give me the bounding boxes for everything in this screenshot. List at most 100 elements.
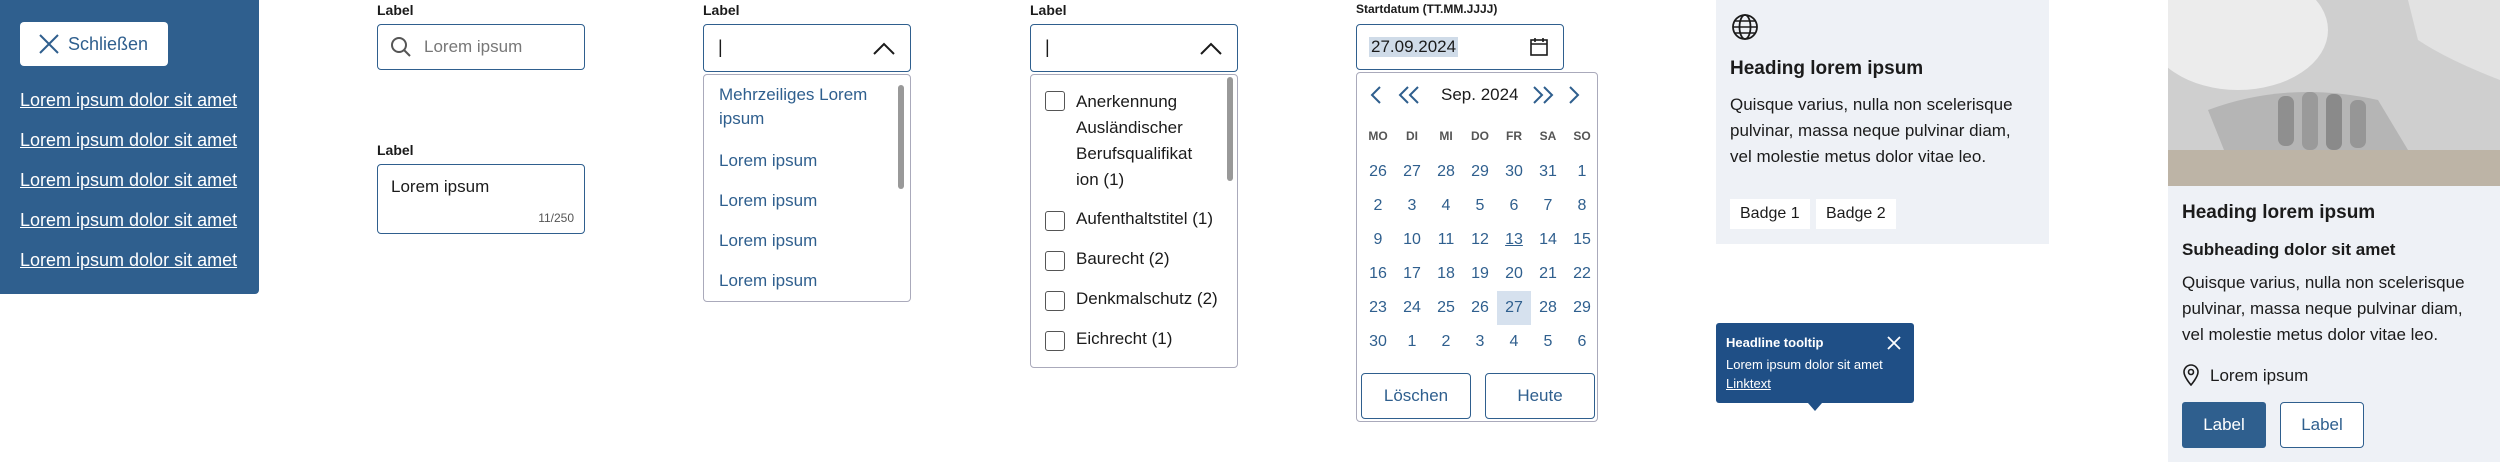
checkbox-option-2[interactable] xyxy=(1045,211,1065,231)
tooltip-link[interactable]: Linktext xyxy=(1726,376,1771,391)
image-card: Heading lorem ipsum Subheading dolor sit… xyxy=(2168,0,2500,462)
calendar-day[interactable]: 23 xyxy=(1361,291,1395,325)
info-card: Heading lorem ipsum Quisque varius, null… xyxy=(1716,0,2049,244)
today-button[interactable]: Heute xyxy=(1485,373,1595,419)
close-button[interactable]: Schließen xyxy=(20,22,168,66)
date-input[interactable]: 27.09.2024 xyxy=(1356,24,1564,70)
calendar-day[interactable]: 29 xyxy=(1463,155,1497,189)
calendar-day[interactable]: 5 xyxy=(1531,325,1565,359)
calendar-day[interactable]: 30 xyxy=(1361,325,1395,359)
select-option-3[interactable]: Lorem ipsum xyxy=(719,191,817,211)
calendar-day[interactable]: 2 xyxy=(1429,325,1463,359)
weekday-so: SO xyxy=(1573,129,1591,143)
calendar-day[interactable]: 24 xyxy=(1395,291,1429,325)
select-input[interactable]: | xyxy=(703,24,911,72)
calendar-day-today[interactable]: 13 xyxy=(1497,223,1531,257)
calendar-day[interactable]: 25 xyxy=(1429,291,1463,325)
calendar-day[interactable]: 14 xyxy=(1531,223,1565,257)
date-value: 27.09.2024 xyxy=(1369,37,1459,57)
calendar-day[interactable]: 19 xyxy=(1463,257,1497,291)
textarea-label: Label xyxy=(377,142,414,158)
calendar-day[interactable]: 12 xyxy=(1463,223,1497,257)
select-option-1[interactable]: Mehrzeiliges Lorem ipsum xyxy=(719,83,884,131)
panel-link-3[interactable]: Lorem ipsum dolor sit amet xyxy=(20,170,237,191)
calendar-day[interactable]: 21 xyxy=(1531,257,1565,291)
calendar-day[interactable]: 6 xyxy=(1497,189,1531,223)
calendar-day[interactable]: 11 xyxy=(1429,223,1463,257)
panel-link-2[interactable]: Lorem ipsum dolor sit amet xyxy=(20,130,237,151)
next-month-icon[interactable] xyxy=(1567,85,1581,105)
checkbox-option-4-label: Denkmalschutz (2) xyxy=(1076,289,1218,308)
weekday-sa: SA xyxy=(1539,129,1557,143)
select-options-list: Mehrzeiliges Lorem ipsum Lorem ipsum Lor… xyxy=(703,74,911,302)
calendar-day[interactable]: 15 xyxy=(1565,223,1599,257)
location-pin-icon xyxy=(2183,364,2199,386)
multiselect-label: Label xyxy=(1030,2,1067,18)
checkbox-option-1[interactable] xyxy=(1045,91,1065,111)
calendar-grid: 26 27 28 29 30 31 1 2 3 4 5 6 7 8 9 10 1… xyxy=(1361,155,1599,359)
next-year-icon[interactable] xyxy=(1529,85,1555,105)
calendar-day[interactable]: 3 xyxy=(1463,325,1497,359)
calendar-day[interactable]: 22 xyxy=(1565,257,1599,291)
chevron-up-icon[interactable] xyxy=(1199,42,1223,56)
calendar-day[interactable]: 4 xyxy=(1497,325,1531,359)
weekday-di: DI xyxy=(1406,129,1418,143)
calendar-day[interactable]: 4 xyxy=(1429,189,1463,223)
checkbox-option-5[interactable] xyxy=(1045,331,1065,351)
calendar-day[interactable]: 16 xyxy=(1361,257,1395,291)
calendar-day[interactable]: 31 xyxy=(1531,155,1565,189)
calendar-day[interactable]: 10 xyxy=(1395,223,1429,257)
select-option-5[interactable]: Lorem ipsum xyxy=(719,271,817,291)
weekday-do: DO xyxy=(1471,129,1489,143)
calendar-day[interactable]: 26 xyxy=(1463,291,1497,325)
calendar-day[interactable]: 1 xyxy=(1565,155,1599,189)
prev-year-icon[interactable] xyxy=(1397,85,1423,105)
calendar-day[interactable]: 2 xyxy=(1361,189,1395,223)
calendar-day[interactable]: 30 xyxy=(1497,155,1531,189)
prev-month-icon[interactable] xyxy=(1369,85,1383,105)
panel-link-5[interactable]: Lorem ipsum dolor sit amet xyxy=(20,250,237,271)
checkbox-option-3[interactable] xyxy=(1045,251,1065,271)
calendar-day[interactable]: 6 xyxy=(1565,325,1599,359)
select-option-2[interactable]: Lorem ipsum xyxy=(719,151,817,171)
calendar-day[interactable]: 27 xyxy=(1395,155,1429,189)
calendar-day[interactable]: 28 xyxy=(1531,291,1565,325)
calendar-day[interactable]: 18 xyxy=(1429,257,1463,291)
textarea-field[interactable]: Lorem ipsum 11/250 xyxy=(377,164,585,234)
select-label: Label xyxy=(703,2,740,18)
calendar-icon[interactable] xyxy=(1529,37,1549,57)
multiselect-scrollbar[interactable] xyxy=(1227,77,1233,181)
calendar-day[interactable]: 7 xyxy=(1531,189,1565,223)
search-label: Label xyxy=(377,2,414,18)
calendar-day[interactable]: 5 xyxy=(1463,189,1497,223)
checkbox-option-4[interactable] xyxy=(1045,291,1065,311)
calendar-day[interactable]: 3 xyxy=(1395,189,1429,223)
calendar-day[interactable]: 1 xyxy=(1395,325,1429,359)
calendar-day[interactable]: 20 xyxy=(1497,257,1531,291)
calendar-day[interactable]: 9 xyxy=(1361,223,1395,257)
multiselect-cursor: | xyxy=(1045,37,1050,57)
select-option-4[interactable]: Lorem ipsum xyxy=(719,231,817,251)
calendar-day[interactable]: 17 xyxy=(1395,257,1429,291)
multiselect-input[interactable]: | xyxy=(1030,24,1238,72)
multiselect-options-list: Anerkennung Ausländischer Berufsqualifik… xyxy=(1030,74,1238,368)
tooltip-headline: Headline tooltip xyxy=(1726,335,1824,350)
calendar-day-selected[interactable]: 27 xyxy=(1497,291,1531,325)
secondary-button[interactable]: Label xyxy=(2280,402,2364,448)
tooltip-arrow xyxy=(1808,403,1822,411)
calendar-day[interactable]: 26 xyxy=(1361,155,1395,189)
close-icon[interactable] xyxy=(1886,335,1902,351)
tooltip: Headline tooltip Lorem ipsum dolor sit a… xyxy=(1716,323,1914,411)
panel-link-4[interactable]: Lorem ipsum dolor sit amet xyxy=(20,210,237,231)
textarea-counter: 11/250 xyxy=(538,211,574,225)
select-scrollbar[interactable] xyxy=(898,85,904,189)
close-icon xyxy=(39,34,59,54)
panel-link-1[interactable]: Lorem ipsum dolor sit amet xyxy=(20,90,237,111)
calendar-day[interactable]: 8 xyxy=(1565,189,1599,223)
calendar-day[interactable]: 28 xyxy=(1429,155,1463,189)
clear-button[interactable]: Löschen xyxy=(1361,373,1471,419)
primary-button[interactable]: Label xyxy=(2182,402,2266,448)
search-input[interactable]: Lorem ipsum xyxy=(377,24,585,70)
chevron-up-icon[interactable] xyxy=(872,42,896,56)
calendar-day[interactable]: 29 xyxy=(1565,291,1599,325)
